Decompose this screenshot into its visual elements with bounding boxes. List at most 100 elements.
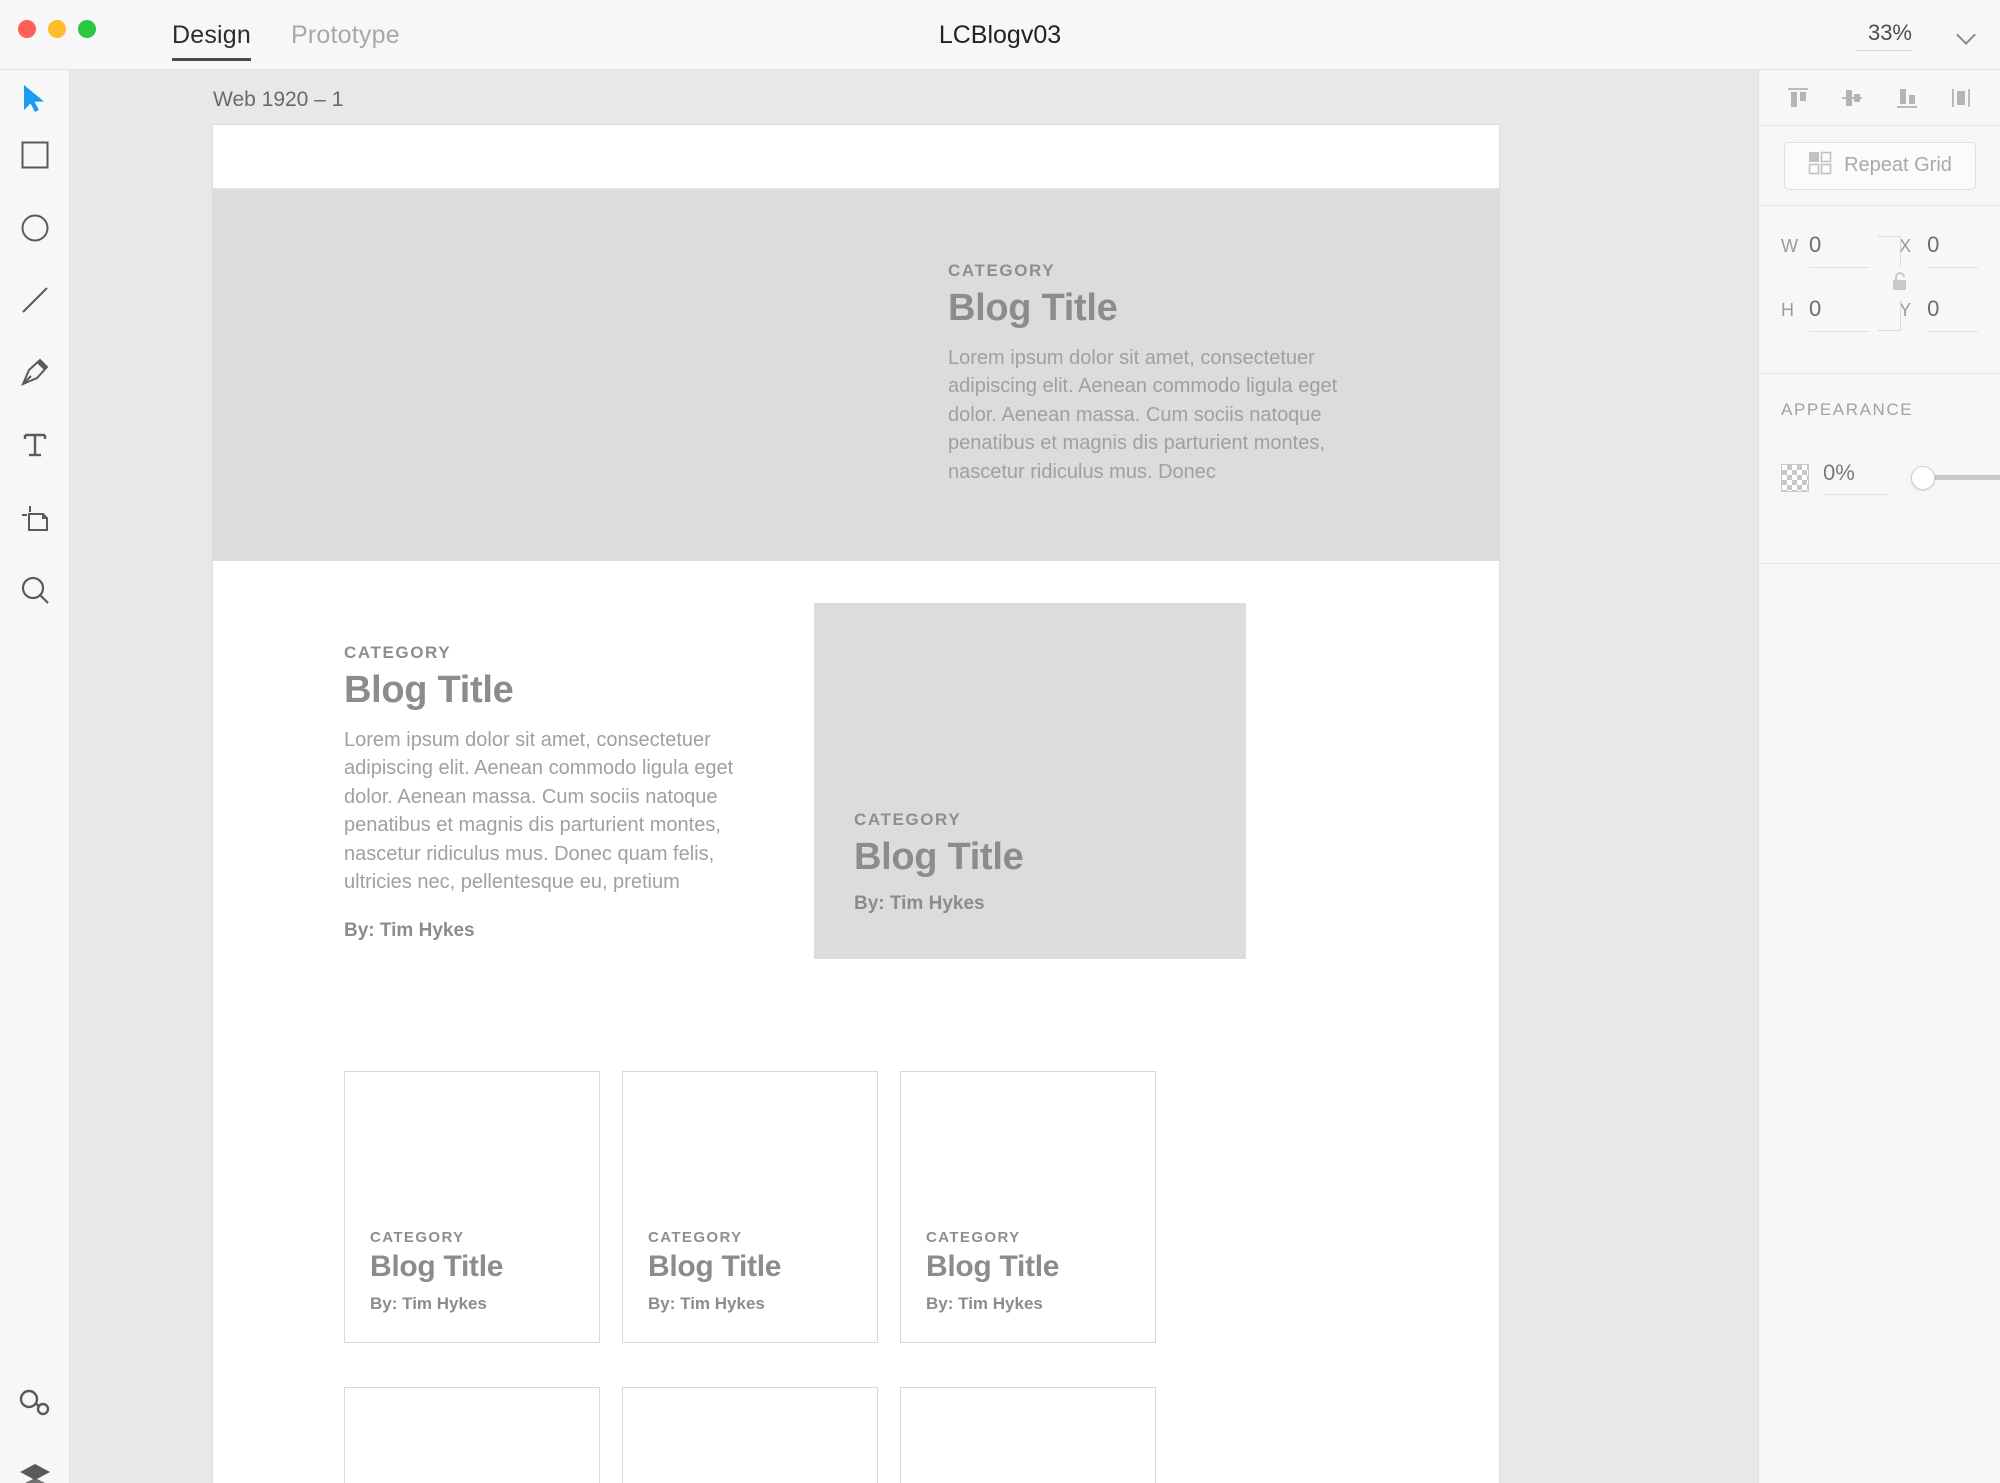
feature-section: CATEGORY Blog Title Lorem ipsum dolor si… [213, 561, 1499, 1071]
y-input[interactable]: 0 [1927, 296, 1978, 332]
blog-card-category: CATEGORY [648, 1229, 858, 1246]
canvas-area[interactable]: Web 1920 – 1 CATEGORY Blog Title Lorem i… [70, 70, 1758, 1483]
width-label: W [1781, 236, 1797, 257]
assets-icon [18, 1388, 52, 1418]
align-bottom-icon[interactable] [1890, 81, 1924, 115]
appearance-heading: APPEARANCE [1781, 400, 1978, 420]
tab-design[interactable]: Design [172, 0, 251, 70]
blog-card-byline: By: Tim Hykes [926, 1294, 1136, 1314]
feature-card-category: CATEGORY [854, 810, 1194, 830]
hero-category: CATEGORY [948, 261, 1378, 281]
height-field-group: H 0 [1781, 296, 1869, 332]
hero-section: CATEGORY Blog Title Lorem ipsum dolor si… [213, 189, 1499, 561]
feature-card-byline: By: Tim Hykes [854, 893, 1194, 915]
pen-icon [20, 357, 50, 387]
zoom-tool[interactable] [0, 562, 69, 618]
chevron-down-icon[interactable] [1956, 24, 1978, 46]
line-tool[interactable] [0, 272, 69, 328]
mode-tabs: Design Prototype [172, 0, 400, 70]
width-field-group: W 0 [1781, 232, 1869, 268]
blog-card-title: Blog Title [370, 1250, 580, 1284]
blog-card-text: CATEGORY Blog Title By: Tim Hykes [370, 1229, 580, 1314]
blog-card[interactable] [900, 1387, 1156, 1483]
blog-card-byline: By: Tim Hykes [370, 1294, 580, 1314]
repeat-grid-section: Repeat Grid [1759, 126, 2000, 206]
layers-tool[interactable] [0, 1448, 69, 1483]
feature-byline: By: Tim Hykes [344, 920, 774, 942]
blog-card-text: CATEGORY Blog Title By: Tim Hykes [926, 1229, 1136, 1314]
dimensions-section: W 0 X 0 H 0 Y 0 [1759, 206, 2000, 374]
blog-card[interactable] [622, 1387, 878, 1483]
opacity-slider-knob[interactable] [1911, 466, 1935, 490]
blog-card-byline: By: Tim Hykes [648, 1294, 858, 1314]
maximize-button-icon[interactable] [78, 20, 96, 38]
align-toolbar [1759, 70, 2000, 126]
opacity-slider[interactable] [1911, 467, 1978, 489]
ellipse-tool[interactable] [0, 200, 69, 256]
width-input[interactable]: 0 [1809, 232, 1869, 268]
text-t-icon [21, 431, 49, 459]
blog-card-category: CATEGORY [370, 1229, 580, 1246]
layers-icon [18, 1462, 52, 1483]
app-window: Design Prototype LCBlogv03 33% [0, 0, 2000, 1483]
feature-body: Lorem ipsum dolor sit amet, consectetuer… [344, 726, 774, 896]
feature-card-title: Blog Title [854, 836, 1194, 879]
grid-icon [1807, 150, 1833, 181]
card-grid-row: CATEGORY Blog Title By: Tim Hykes CATEGO… [213, 1071, 1499, 1343]
x-input[interactable]: 0 [1927, 232, 1978, 268]
text-tool[interactable] [0, 417, 69, 473]
blog-card-category: CATEGORY [926, 1229, 1136, 1246]
window-controls [18, 20, 96, 38]
blog-card-text: CATEGORY Blog Title By: Tim Hykes [648, 1229, 858, 1314]
repeat-grid-button[interactable]: Repeat Grid [1784, 142, 1976, 190]
blog-card[interactable] [344, 1387, 600, 1483]
cursor-arrow-icon [22, 84, 48, 113]
artboard[interactable]: CATEGORY Blog Title Lorem ipsum dolor si… [213, 125, 1499, 1483]
height-input[interactable]: 0 [1809, 296, 1869, 332]
search-icon [20, 575, 50, 605]
artboard-navbar [213, 125, 1499, 189]
blog-card-title: Blog Title [926, 1250, 1136, 1284]
left-toolbar [0, 70, 70, 1483]
feature-category: CATEGORY [344, 643, 774, 663]
feature-title: Blog Title [344, 669, 774, 712]
repeat-grid-label: Repeat Grid [1844, 154, 1952, 177]
card-grid-section: CATEGORY Blog Title By: Tim Hykes CATEGO… [213, 1071, 1499, 1483]
align-top-icon[interactable] [1781, 81, 1815, 115]
line-icon [21, 286, 49, 314]
lock-open-icon[interactable] [1890, 270, 1910, 297]
feature-card-text-block: CATEGORY Blog Title By: Tim Hykes [854, 810, 1194, 915]
circle-icon [21, 214, 49, 242]
titlebar: Design Prototype LCBlogv03 33% [0, 0, 2000, 70]
blog-card[interactable]: CATEGORY Blog Title By: Tim Hykes [344, 1071, 600, 1343]
blog-card[interactable]: CATEGORY Blog Title By: Tim Hykes [622, 1071, 878, 1343]
feature-image-card[interactable]: CATEGORY Blog Title By: Tim Hykes [814, 603, 1246, 959]
appearance-section: APPEARANCE 0% [1759, 374, 2000, 564]
zoom-level-input[interactable]: 33% [1856, 20, 1912, 51]
transparency-swatch-icon[interactable] [1781, 464, 1809, 492]
opacity-row: 0% [1781, 460, 1978, 495]
dimension-lock[interactable] [1878, 232, 1918, 344]
artboard-icon [20, 503, 50, 533]
assets-tool[interactable] [0, 1375, 69, 1431]
artboard-label[interactable]: Web 1920 – 1 [213, 88, 343, 112]
artboard-tool[interactable] [0, 490, 69, 546]
hero-body: Lorem ipsum dolor sit amet, consectetuer… [948, 344, 1378, 486]
rectangle-tool[interactable] [0, 127, 69, 183]
brace-top [1878, 236, 1901, 267]
align-middle-icon[interactable] [1835, 81, 1869, 115]
opacity-input[interactable]: 0% [1823, 460, 1889, 495]
height-label: H [1781, 300, 1797, 321]
zoom-control: 33% [1856, 0, 1978, 70]
brace-bottom [1878, 300, 1901, 331]
hero-title: Blog Title [948, 287, 1378, 330]
hero-text-block: CATEGORY Blog Title Lorem ipsum dolor si… [948, 261, 1378, 486]
distribute-horizontal-icon[interactable] [1944, 81, 1978, 115]
pen-tool[interactable] [0, 344, 69, 400]
card-grid-row [213, 1387, 1499, 1483]
select-tool[interactable] [0, 70, 69, 126]
blog-card[interactable]: CATEGORY Blog Title By: Tim Hykes [900, 1071, 1156, 1343]
minimize-button-icon[interactable] [48, 20, 66, 38]
close-button-icon[interactable] [18, 20, 36, 38]
tab-prototype[interactable]: Prototype [291, 0, 400, 70]
